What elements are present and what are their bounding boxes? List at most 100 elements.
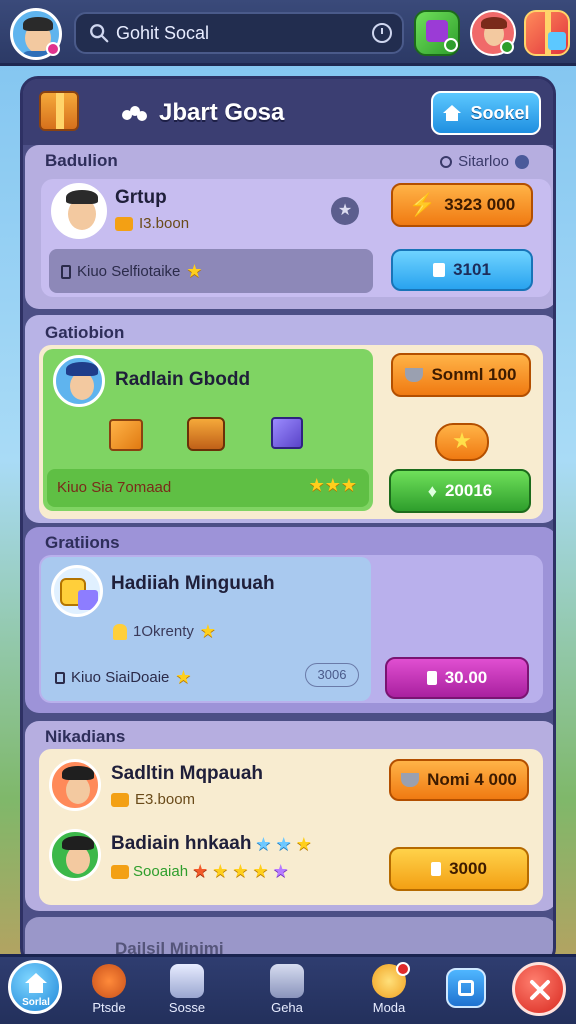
bonus-star-icon[interactable]: ★ [435,423,489,461]
gift-friend-2-button[interactable]: 3000 [389,847,529,891]
claim-coins-button[interactable]: ⚡ 3323 000 [391,183,533,227]
star-icon: ★ [275,833,292,854]
gift-box-item-icon[interactable] [109,419,143,451]
star-icon: ★ [324,475,341,495]
friend-avatar-icon[interactable] [470,10,516,56]
nav-item-ptsde[interactable]: Ptsde [74,962,144,1022]
close-icon [530,980,550,1000]
section-nikadians: Nikadians Sadltin Mqpauah E3.boom Nomi 4… [25,721,553,911]
star-icon: ★ [192,861,209,881]
purple-box-item-icon[interactable] [271,417,303,449]
close-button[interactable] [512,962,566,1016]
friend-card[interactable]: Grtup I3.boon ★ Kiuo Selfiotaike ★ ⚡ 332… [41,179,551,297]
top-bar [0,0,576,66]
coin-chest-icon [111,864,129,879]
lightning-icon: ⚡ [408,192,437,217]
star-icon: ★ [175,667,192,687]
friends-list-card: Sadltin Mqpauah E3.boom Nomi 4 000 Badia… [39,749,543,905]
social-button[interactable]: Sookel [431,91,541,135]
weekly-gift-inner: Hadiiah Minguuah 1Okrenty ★ Kiuo SiaiDoa… [41,557,371,701]
star-icon: ★ [255,833,272,854]
social-panel: Jbart Gosa Sookel Badulion Sitarloo Grtu… [20,76,556,966]
section-right-label: Sitarloo [440,153,529,170]
search-icon [90,24,109,43]
star-icon: ★ [252,861,269,881]
accept-button[interactable]: ♦ 20016 [389,469,531,513]
section-gatiobion: Gatiobion Radlain Gbodd Kiuo Sia 7omaad … [25,315,553,523]
friend-avatar[interactable] [49,829,101,881]
section-badulion: Badulion Sitarloo Grtup I3.boon ★ Kiuo S… [25,145,553,309]
present-icon[interactable] [524,10,570,56]
gift-small-icon [426,671,437,685]
friend-status-bar: Kiuo Selfiotaike ★ [49,249,373,293]
section-gratiions: Gratiions Hadiiah Minguuah 1Okrenty ★ Ki… [25,527,553,713]
panel-title: Jbart Gosa [159,99,285,126]
gift-box-icon[interactable] [414,10,460,56]
friend-coins: I3.boon [115,215,189,232]
star-icon: ★ [186,261,203,281]
home-icon [25,973,47,993]
coin-chest-icon [115,216,133,231]
star-badge-icon[interactable]: ★ [331,197,359,225]
grid-icon [270,964,304,998]
info-square-icon [55,671,65,684]
dice-icon [170,964,204,998]
rating-stars: ★★★ [309,475,357,496]
friend-name-1: Sadltin Mqpauah [111,763,263,784]
gift-small-icon [433,263,446,277]
info-icon [515,154,529,169]
menu-grid-icon [458,980,474,996]
nav-item-geha[interactable]: Geha [252,962,322,1022]
nav-item-moda[interactable]: Moda [354,962,424,1022]
info-square-icon [61,264,71,279]
gift-friend-1-button[interactable]: Nomi 4 000 [389,759,529,801]
bell-icon [113,623,127,640]
pot-icon [405,368,424,382]
section-label: Gatiobion [45,323,125,342]
star-icon: ★ [272,861,289,881]
search-bar[interactable] [74,12,404,54]
send-gift-button[interactable]: 3101 [391,249,533,291]
gift-small-icon [431,862,442,876]
chest-icon [39,91,79,131]
weekly-gift-card[interactable]: Hadiiah Minguuah 1Okrenty ★ Kiuo SiaiDoa… [39,555,543,703]
buy-gift-button[interactable]: 30.00 [385,657,529,699]
basketball-icon [92,964,126,998]
home-icon [443,105,462,121]
nav-item-sosse[interactable]: Sosse [152,962,222,1022]
star-icon: ★ [212,861,229,881]
nav-grid-button[interactable] [446,968,486,1008]
star-icon: ★ [232,861,249,881]
coins-avatar[interactable] [51,565,103,617]
pot-icon [401,773,420,787]
notification-badge [46,42,60,56]
search-input[interactable] [116,20,356,46]
weekly-gift-name: Hadiiah Minguuah [111,573,275,594]
collect-reward-button[interactable]: Sonml 100 [391,353,531,397]
player-avatar[interactable] [53,355,105,407]
star-icon: ★ [340,475,357,495]
coin-chest-icon [111,792,129,807]
friend-coins-2: Sooaiah ★ ★ ★ ★ ★ [111,861,289,882]
star-icon: ★ [308,475,325,495]
section-label: Nikadians [45,727,126,746]
section-label: Gratiions [45,533,120,552]
panel-header: Jbart Gosa Sookel [23,79,553,145]
nav-home-button[interactable]: Sorlal [8,960,62,1014]
diamond-icon: ♦ [427,480,437,501]
section-label: Badulion [45,151,118,170]
weekly-gift-progress: 1Okrenty ★ [113,621,216,642]
weekly-gift-status: Kiuo SiaiDoaie ★ [55,667,192,688]
friend-avatar[interactable] [51,183,107,239]
friend-avatar[interactable] [49,759,101,811]
treasure-chest-item-icon[interactable] [187,417,225,451]
clock-icon[interactable] [372,23,392,43]
friend-coins-1: E3.boom [111,791,195,808]
friend-name: Grtup [115,187,167,208]
reward-card[interactable]: Radlain Gbodd Kiuo Sia 7omaad ★★★ Sonml … [39,345,543,519]
search-small-icon [440,155,453,168]
reward-name: Radlain Gbodd [115,369,251,390]
star-icon: ★ [199,621,216,641]
paw-icon [122,106,147,121]
friend-name-2: Badiain hnkaah ★ ★ ★ [111,833,312,854]
